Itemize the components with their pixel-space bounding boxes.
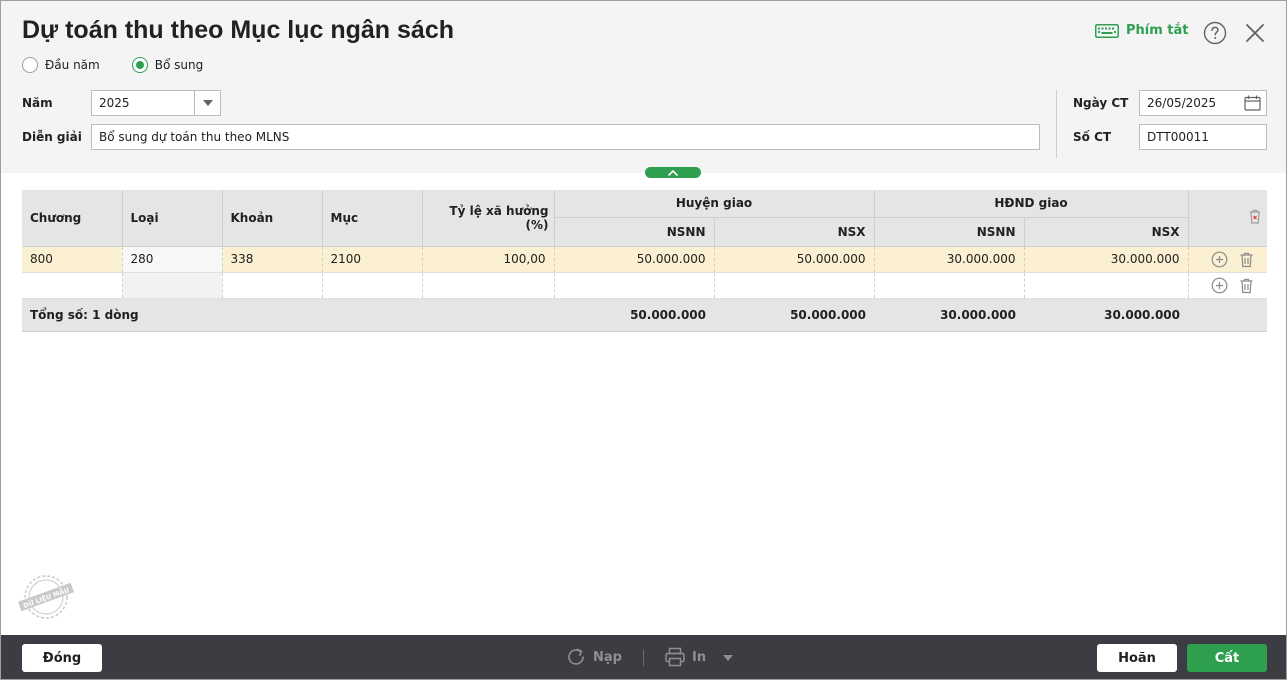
cell-muc[interactable] [322,272,423,299]
table-row[interactable]: 800 280 338 2100 100,00 50.000.000 50.00… [22,246,1268,273]
docno-input[interactable]: DTT00011 [1139,124,1267,150]
radio-bo-sung[interactable]: Bổ sung [131,57,204,73]
help-icon [1203,21,1227,45]
print-label: In [692,649,707,665]
total-huyen-nsx: 50.000.000 [714,298,874,332]
cell-ty-le[interactable]: 100,00 [422,246,555,273]
description-value: Bổ sung dự toán thu theo MLNS [99,130,290,144]
col-header-hdnd-nsnn: NSNN [874,217,1025,247]
shortcut-button[interactable]: Phím tắt [1095,23,1189,38]
cell-loai[interactable] [122,272,223,299]
cell-ty-le[interactable] [422,272,555,299]
col-header-loai: Loại [122,190,223,247]
calendar-icon[interactable] [1244,95,1261,111]
add-row-icon[interactable] [1211,277,1228,294]
year-value: 2025 [99,96,130,110]
print-dropdown-icon[interactable] [723,655,733,661]
help-button[interactable] [1203,21,1227,45]
col-header-muc: Mục [322,190,423,247]
delete-all-icon[interactable] [1247,208,1263,225]
close-button[interactable] [1244,22,1266,44]
date-value: 26/05/2025 [1147,96,1217,110]
total-prefix: Tổng số: [30,307,93,322]
sample-data-stamp: DỮ LIỆU MẪU [17,575,75,619]
chevron-down-icon[interactable] [194,91,220,115]
shortcut-label: Phím tắt [1126,23,1189,38]
description-input[interactable]: Bổ sung dự toán thu theo MLNS [91,124,1040,150]
cell-huyen-nsx[interactable]: 50.000.000 [714,246,875,273]
total-row: Tổng số: 1 dòng 50.000.000 50.000.000 30… [22,298,1268,332]
col-header-actions [1188,190,1268,247]
footer-separator [643,650,644,666]
total-hdnd-nsnn: 30.000.000 [874,298,1024,332]
collapse-toggle[interactable] [645,167,701,178]
date-label: Ngày CT [1073,96,1129,110]
col-header-khoan: Khoản [222,190,323,247]
year-select[interactable]: 2025 [91,90,221,116]
delete-row-icon[interactable] [1238,277,1255,294]
col-header-ty-le: Tỷ lệ xã hưởng (%) [422,190,555,247]
docno-value: DTT00011 [1147,130,1209,144]
save-button[interactable]: Cất [1187,644,1267,672]
cell-hdnd-nsnn[interactable] [874,272,1025,299]
budget-grid: Chương Loại Khoản Mục Tỷ lệ xã hưởng (%)… [22,190,1268,332]
row-actions [1188,246,1268,273]
cell-huyen-nsx[interactable] [714,272,875,299]
total-suffix: dòng [100,307,139,322]
cell-chuong[interactable]: 800 [22,246,123,273]
total-actions-spacer [1188,298,1268,332]
dialog-footer: Đóng Nạp In Hoãn Cất [1,635,1286,679]
cell-huyen-nsnn[interactable] [554,272,715,299]
cell-hdnd-nsx[interactable] [1024,272,1189,299]
year-label: Năm [22,96,53,110]
radio-circle-checked [131,57,148,73]
close-icon [1246,24,1264,42]
cell-khoan[interactable] [222,272,323,299]
radio-label: Đầu năm [45,58,100,72]
close-dialog-button[interactable]: Đóng [22,644,102,672]
cell-hdnd-nsx[interactable]: 30.000.000 [1024,246,1189,273]
dialog-title: Dự toán thu theo Mục lục ngân sách [22,16,455,44]
print-button[interactable]: In [664,646,706,668]
total-huyen-nsnn: 50.000.000 [554,298,714,332]
total-hdnd-nsx: 30.000.000 [1024,298,1189,332]
printer-icon [665,647,685,667]
cell-huyen-nsnn[interactable]: 50.000.000 [554,246,715,273]
mode-radio-group: Đầu năm Bổ sung [22,57,203,73]
radio-dau-nam[interactable]: Đầu năm [22,57,100,73]
total-label: Tổng số: 1 dòng [22,298,554,332]
form-divider [1056,90,1057,158]
col-header-huyen-nsx: NSX [714,217,875,247]
col-header-hdnd-nsx: NSX [1024,217,1189,247]
description-label: Diễn giải [22,130,82,144]
add-row-icon[interactable] [1211,251,1228,268]
dialog-window: Dự toán thu theo Mục lục ngân sách Phím … [0,0,1287,680]
cancel-button[interactable]: Hoãn [1097,644,1177,672]
cell-chuong[interactable] [22,272,123,299]
date-input[interactable]: 26/05/2025 [1139,90,1267,116]
cell-muc[interactable]: 2100 [322,246,423,273]
cell-khoan[interactable]: 338 [222,246,323,273]
col-group-huyen-giao: Huyện giao [554,190,875,218]
row-actions [1188,272,1268,299]
dialog-header: Dự toán thu theo Mục lục ngân sách Phím … [1,1,1286,173]
delete-row-icon[interactable] [1238,251,1255,268]
col-header-chuong: Chương [22,190,123,247]
docno-label: Số CT [1073,130,1112,144]
col-header-huyen-nsnn: NSNN [554,217,715,247]
col-group-hdnd-giao: HĐND giao [874,190,1189,218]
cell-loai[interactable]: 280 [122,246,223,273]
cell-hdnd-nsnn[interactable]: 30.000.000 [874,246,1025,273]
radio-circle [22,57,38,73]
keyboard-icon [1095,23,1119,38]
reload-icon [568,648,584,665]
table-row-empty[interactable] [22,272,1268,299]
reload-label: Nạp [593,649,622,665]
chevron-up-icon [668,169,678,176]
radio-label: Bổ sung [154,58,204,72]
reload-button[interactable]: Nạp [565,646,622,668]
